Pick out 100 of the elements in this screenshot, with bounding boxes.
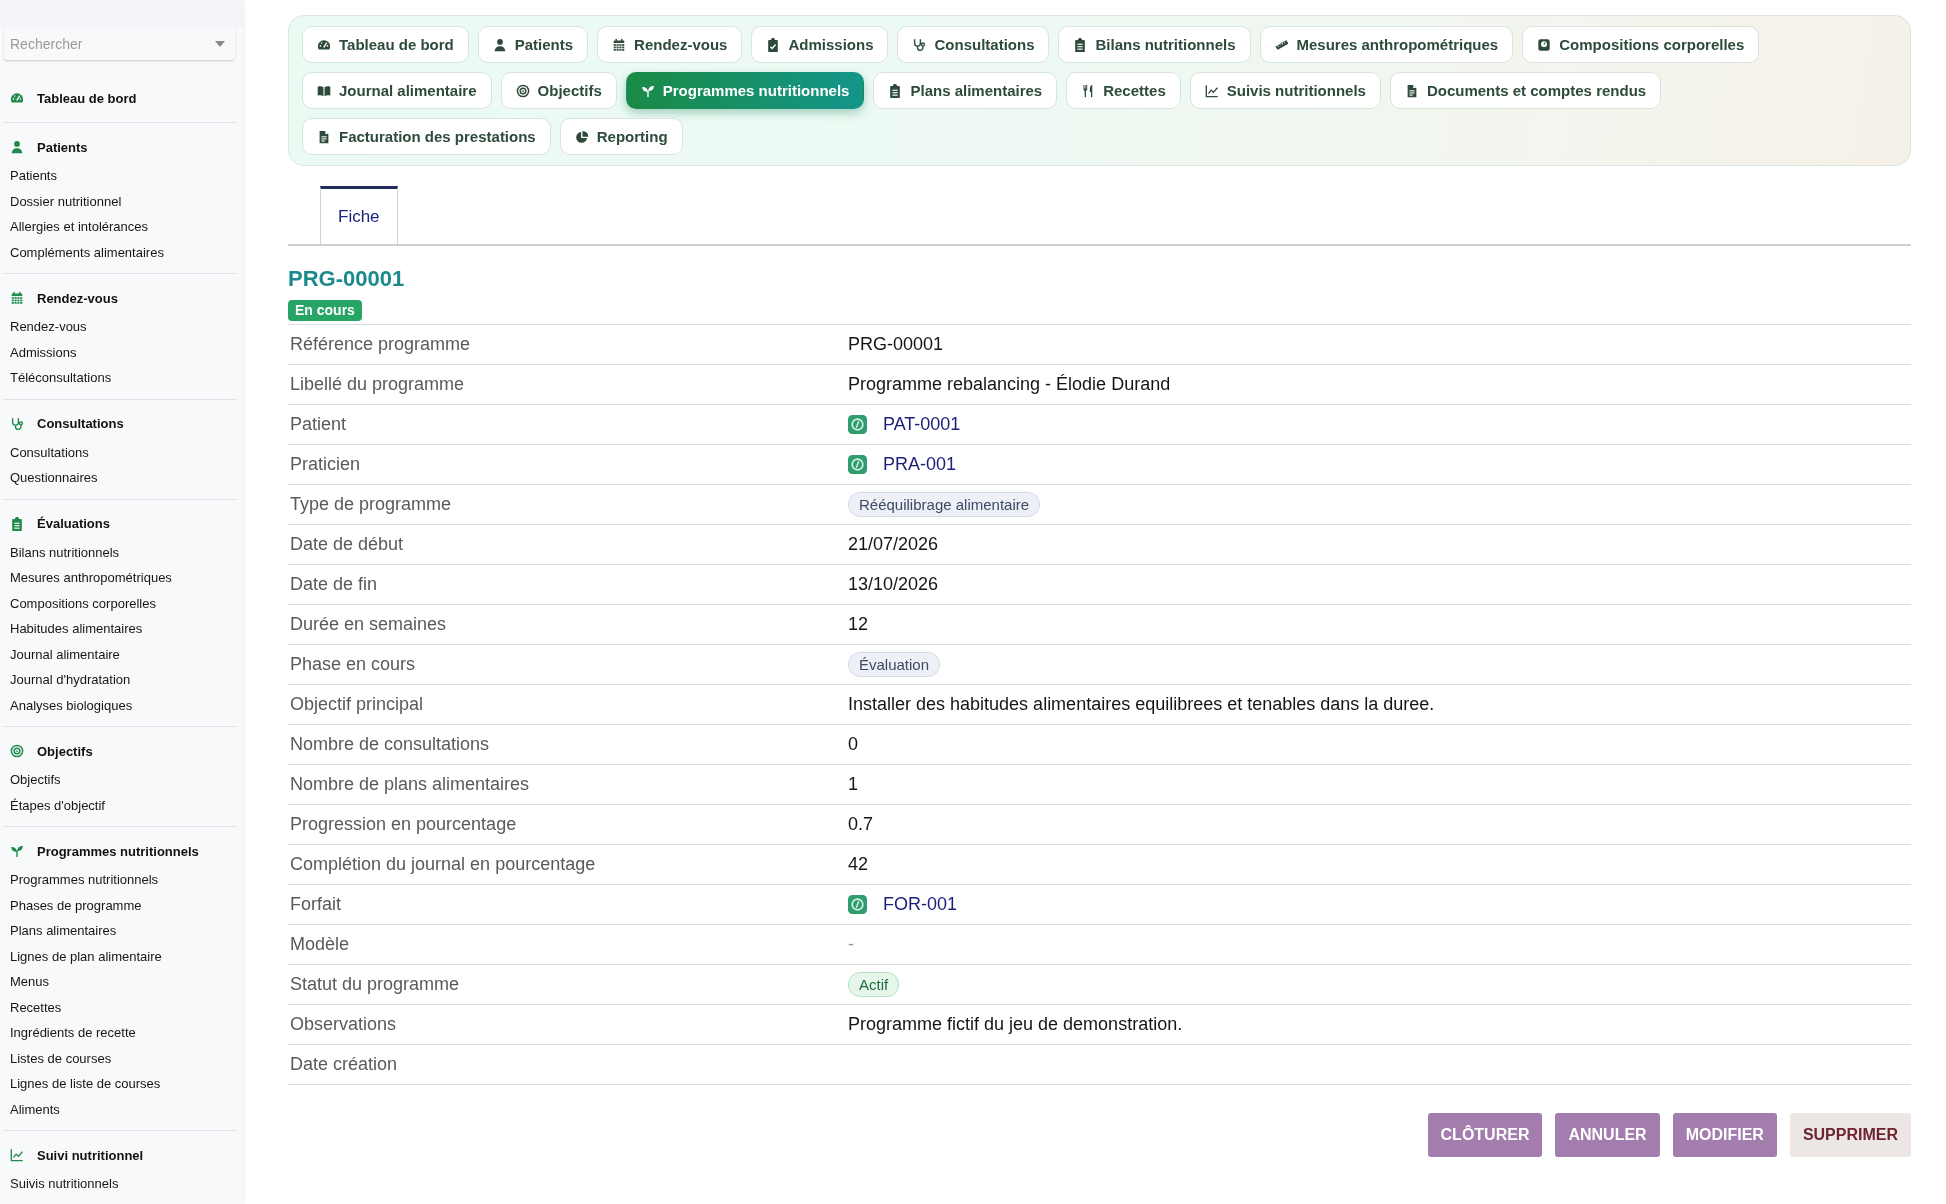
sidebar-heading: Consultations — [37, 416, 124, 431]
sidebar-item[interactable]: Rendez-vous — [10, 314, 237, 340]
status-badge: En cours — [288, 300, 362, 321]
field-label: Référence programme — [289, 334, 471, 355]
field-label: Date de fin — [289, 574, 378, 595]
stethoscope-icon — [912, 37, 927, 52]
field-value: Programme fictif du jeu de demonstration. — [848, 1014, 1183, 1035]
sidebar-item[interactable]: Compléments alimentaires — [10, 239, 237, 265]
sidebar-item[interactable]: Aliments — [10, 1096, 237, 1122]
sidebar-item[interactable]: Téléconsultations — [10, 365, 237, 391]
document-icon — [317, 129, 331, 144]
compass-icon — [848, 415, 867, 434]
person-icon — [492, 37, 507, 52]
nav-tab[interactable]: Objectifs — [500, 72, 617, 109]
sidebar-item[interactable]: Recettes — [10, 994, 237, 1020]
sidebar-item[interactable]: Programmes nutritionnels — [10, 867, 237, 893]
nav-tab[interactable]: Plans alimentaires — [873, 72, 1058, 109]
nav-tab[interactable]: Compositions corporelles — [1522, 26, 1760, 63]
nav-tab[interactable]: Bilans nutritionnels — [1058, 26, 1251, 63]
sidebar-item[interactable]: Dossier nutritionnel — [10, 188, 237, 214]
line-chart-icon — [10, 1148, 24, 1162]
sidebar-heading: Programmes nutritionnels — [37, 843, 199, 859]
field-value: Programme rebalancing - Élodie Durand — [848, 374, 1171, 395]
nav-tab[interactable]: Facturation des prestations — [302, 118, 551, 155]
sidebar-item[interactable]: Lignes de plan alimentaire — [10, 943, 237, 969]
sidebar-item[interactable]: Questionnaires — [10, 465, 237, 491]
field-label: Praticien — [289, 454, 361, 475]
sidebar-item[interactable]: Bilans nutritionnels — [10, 539, 237, 565]
sidebar-item[interactable]: Allergies et intolérances — [10, 214, 237, 240]
field-label: Libellé du programme — [289, 374, 465, 395]
stethoscope-icon — [10, 416, 24, 431]
sidebar-item[interactable]: Consultations — [10, 439, 237, 465]
field-value: 0 — [848, 734, 858, 755]
sidebar-item[interactable]: Menus — [10, 969, 237, 995]
sidebar-item[interactable]: Listes de courses — [10, 1045, 237, 1071]
sidebar-item[interactable]: Ingrédients de recette — [10, 1020, 237, 1046]
record-tab[interactable]: Fiche — [320, 186, 398, 244]
nav-tab[interactable]: Mesures anthropométriques — [1259, 26, 1514, 63]
sidebar-item[interactable]: Habitudes alimentaires — [10, 616, 237, 642]
field-label: Nombre de consultations — [289, 734, 490, 755]
nav-tab[interactable]: Programmes nutritionnels — [625, 72, 865, 109]
nav-tab[interactable]: Patients — [477, 26, 589, 63]
sidebar-item[interactable]: Plans alimentaires — [10, 918, 237, 944]
scale-icon — [1537, 37, 1552, 52]
sidebar-item[interactable]: Lignes de liste de courses — [10, 1071, 237, 1097]
sidebar-item[interactable]: Suivis nutritionnels — [10, 1171, 237, 1197]
field-label: Durée en semaines — [289, 614, 447, 635]
sidebar-item[interactable]: Phases de programme — [10, 892, 237, 918]
seedling-icon — [640, 83, 655, 98]
field-label: Date de début — [289, 534, 404, 555]
record-link[interactable]: PAT-0001 — [883, 414, 961, 435]
sidebar-heading: Évaluations — [37, 516, 110, 531]
sidebar-item[interactable]: Admissions — [10, 339, 237, 365]
field-label: Forfait — [289, 894, 341, 915]
compass-icon — [848, 455, 867, 474]
sidebar-heading[interactable]: Tableau de bord — [37, 90, 137, 106]
line-chart-icon — [1204, 83, 1219, 98]
search-field[interactable]: Rechercher — [4, 27, 235, 60]
target-icon — [515, 83, 530, 98]
record-link[interactable]: PRA-001 — [883, 454, 957, 475]
record-link[interactable]: FOR-001 — [883, 894, 958, 915]
sidebar-item[interactable]: Journal d'hydratation — [10, 667, 237, 693]
field-label: Statut du programme — [289, 974, 460, 995]
clipboard-icon — [10, 516, 24, 531]
gauge-icon — [10, 91, 24, 105]
danger-button[interactable]: SUPPRIMER — [1789, 1113, 1911, 1157]
gauge-icon — [317, 37, 331, 52]
field-label: Type de programme — [289, 494, 452, 515]
nav-tab[interactable]: Journal alimentaire — [302, 72, 492, 109]
nav-tab[interactable]: Documents et comptes rendus — [1389, 72, 1662, 109]
calendar-icon — [612, 37, 627, 52]
caret-icon — [215, 41, 225, 47]
field-value: - — [848, 934, 854, 955]
sidebar-item[interactable]: Compositions corporelles — [10, 590, 237, 616]
field-value: 21/07/2026 — [848, 534, 939, 555]
sidebar-item[interactable]: Objectifs — [10, 767, 237, 793]
field-label: Observations — [289, 1014, 397, 1035]
sidebar-heading: Rendez-vous — [37, 290, 118, 306]
sidebar-heading: Patients — [37, 139, 88, 155]
nav-tab[interactable]: Recettes — [1066, 72, 1181, 109]
nav-tab[interactable]: Consultations — [897, 26, 1050, 63]
clipboard-icon — [1073, 37, 1088, 52]
nav-tab[interactable]: Suivis nutritionnels — [1189, 72, 1381, 109]
nav-tab[interactable]: Reporting — [559, 118, 683, 155]
sidebar-heading: Objectifs — [37, 743, 93, 759]
target-icon — [10, 744, 24, 758]
sidebar-item[interactable]: Patients — [10, 163, 237, 189]
field-value: 13/10/2026 — [848, 574, 939, 595]
sidebar-item[interactable]: Étapes d'objectif — [10, 792, 237, 818]
nav-tab[interactable]: Admissions — [751, 26, 889, 63]
sidebar-item[interactable]: Mesures anthropométriques — [10, 565, 237, 591]
sidebar-item[interactable]: Analyses biologiques — [10, 692, 237, 718]
field-value: 12 — [848, 614, 869, 635]
nav-tab[interactable]: Tableau de bord — [302, 26, 469, 63]
person-icon — [10, 140, 24, 154]
clipboard-icon — [888, 83, 903, 98]
record-title: PRG-00001 — [288, 266, 405, 292]
sidebar-item[interactable]: Journal alimentaire — [10, 641, 237, 667]
seedling-icon — [10, 844, 24, 858]
nav-tab[interactable]: Rendez-vous — [597, 26, 743, 63]
